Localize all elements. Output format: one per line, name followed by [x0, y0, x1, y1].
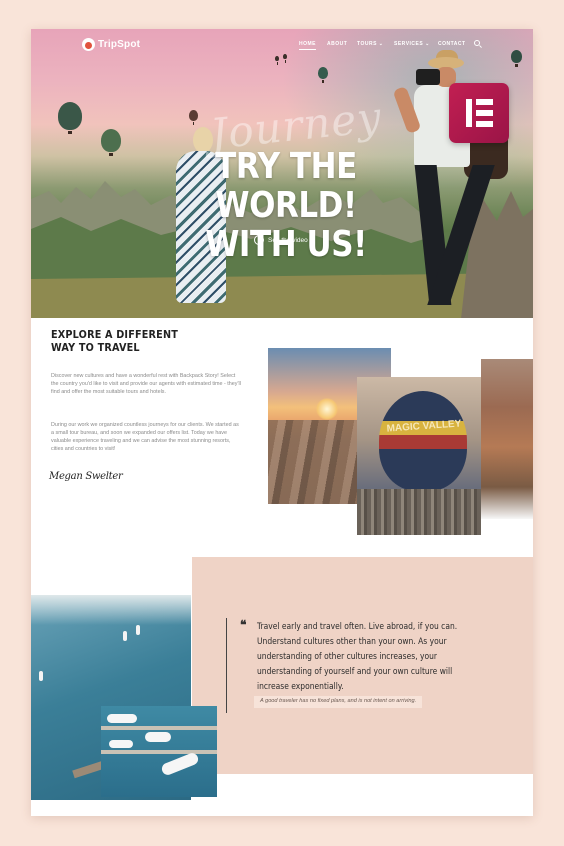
brand-name: TripSpot	[98, 39, 141, 50]
boat	[107, 714, 137, 723]
quote-icon: ❝	[240, 618, 247, 632]
see-video-link[interactable]: See the video	[254, 235, 308, 245]
nav-item-home[interactable]: HOME	[299, 41, 316, 50]
balloon-photo: MAGIC VALLEY	[357, 377, 481, 535]
sailboat	[39, 671, 43, 681]
sun	[316, 398, 338, 420]
about-title-line2: WAY TO TRAVEL	[51, 342, 140, 354]
legs	[414, 165, 495, 305]
shore	[31, 595, 191, 625]
marina-photo	[101, 706, 217, 797]
balloon-envelope	[379, 391, 467, 491]
hero-title: TRY THE WORLD! WITH US!	[149, 147, 422, 264]
nav-item-services[interactable]: SERVICES ⌄	[394, 41, 430, 47]
elementor-icon	[449, 83, 509, 143]
brand-logo[interactable]: TripSpot	[82, 38, 140, 51]
signature: Megan Swelter	[49, 471, 123, 482]
dock	[101, 750, 217, 754]
hot-air-balloon	[318, 67, 328, 83]
about-title-line1: EXPLORE A DIFFERENT	[51, 329, 179, 341]
sailboat	[136, 625, 140, 635]
nav-item-about[interactable]: ABOUT	[327, 41, 347, 47]
dock	[101, 726, 217, 730]
play-icon	[254, 235, 264, 245]
sailboat	[123, 631, 127, 641]
hot-air-balloon	[101, 129, 121, 156]
about-paragraph-1: Discover new cultures and have a wonderf…	[51, 373, 241, 395]
hot-air-balloon	[58, 102, 82, 134]
search-icon[interactable]	[474, 40, 480, 46]
quote-divider	[226, 618, 227, 713]
see-video-label: See the video	[268, 236, 308, 244]
boat	[145, 732, 171, 742]
nav-item-tours[interactable]: TOURS ⌄	[357, 41, 384, 47]
boat	[160, 751, 200, 777]
canyon-photo	[481, 359, 533, 519]
camera	[416, 69, 440, 85]
boat	[109, 740, 133, 748]
hero-title-line1: TRY THE WORLD!	[215, 146, 357, 226]
nav-item-contact[interactable]: CONTACT	[438, 41, 466, 47]
town-below	[357, 489, 481, 535]
quote-caption: A good traveler has no fixed plans, and …	[254, 696, 423, 708]
logo-icon	[82, 38, 95, 51]
hero-section: Journey TRY THE WORLD! WITH US! See the …	[31, 29, 533, 318]
about-title: EXPLORE A DIFFERENT WAY TO TRAVEL	[51, 329, 178, 355]
top-navigation: TripSpot HOME ABOUT TOURS ⌄ SERVICES ⌄ C…	[31, 29, 533, 59]
about-paragraph-2: During our work we organized countless j…	[51, 422, 239, 452]
quote-text: Travel early and travel often. Live abro…	[257, 622, 458, 692]
